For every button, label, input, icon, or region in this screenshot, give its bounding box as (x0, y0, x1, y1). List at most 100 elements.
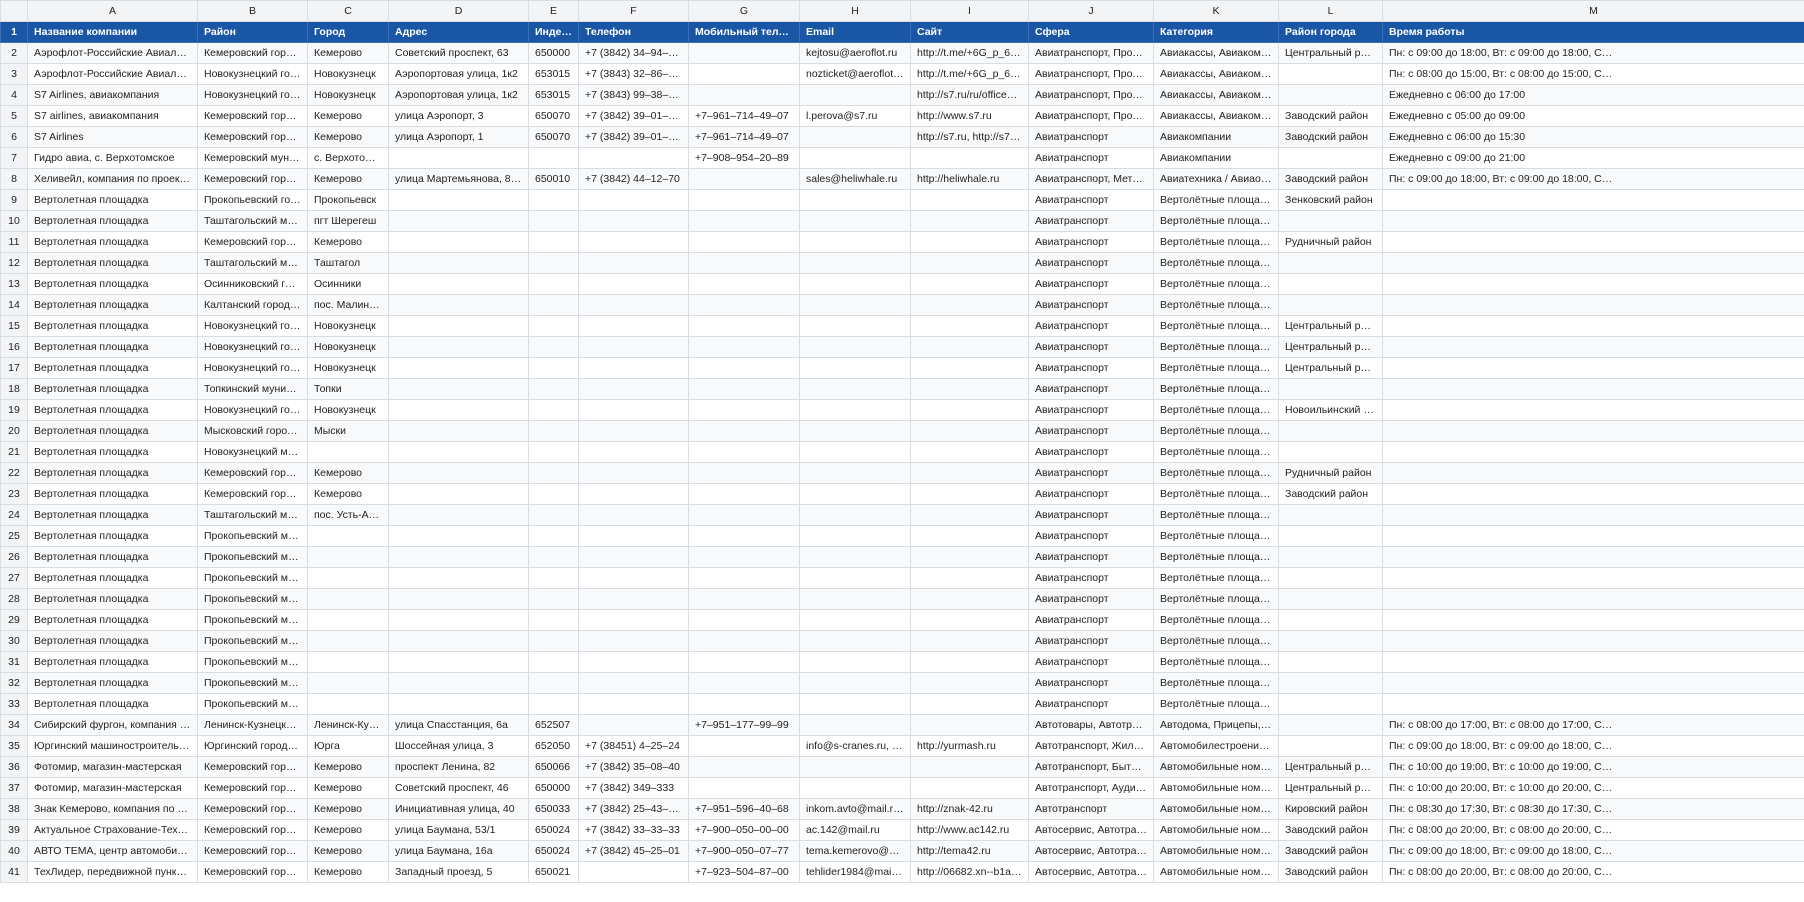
cell[interactable] (799, 210, 911, 232)
cell[interactable] (1278, 441, 1383, 463)
cell[interactable] (910, 777, 1029, 799)
cell[interactable] (910, 630, 1029, 652)
cell[interactable] (688, 399, 800, 421)
cell[interactable] (799, 147, 911, 169)
cell[interactable] (307, 441, 389, 463)
cell[interactable] (528, 672, 579, 694)
cell[interactable] (910, 588, 1029, 610)
cell[interactable]: Автосервис, Автотранспор… (1028, 840, 1154, 862)
cell[interactable] (1382, 357, 1804, 379)
cell[interactable] (528, 357, 579, 379)
cell[interactable]: Мысковский городско… (197, 420, 308, 442)
row-number[interactable]: 33 (0, 693, 28, 715)
cell[interactable] (688, 651, 800, 673)
cell[interactable] (688, 231, 800, 253)
cell[interactable]: Вертолетная площадка (27, 231, 198, 253)
header-cell[interactable]: Мобильный телефон (688, 21, 800, 43)
cell[interactable]: Осинники (307, 273, 389, 295)
cell[interactable]: Кемеровский городско… (197, 231, 308, 253)
column-header-i[interactable]: I (910, 0, 1029, 22)
cell[interactable]: 650000 (528, 42, 579, 64)
cell[interactable]: Авиатранспорт (1028, 378, 1154, 400)
cell[interactable]: Авиатранспорт (1028, 462, 1154, 484)
cell[interactable]: Топки (307, 378, 389, 400)
cell[interactable] (799, 525, 911, 547)
cell[interactable]: Советский проспект, 46 (388, 777, 529, 799)
header-cell[interactable]: Название компании (27, 21, 198, 43)
cell[interactable] (799, 504, 911, 526)
column-header-m[interactable]: M (1382, 0, 1804, 22)
cell[interactable] (799, 462, 911, 484)
cell[interactable]: http://znak-42.ru (910, 798, 1029, 820)
cell[interactable] (528, 315, 579, 337)
cell[interactable]: l.perova@s7.ru (799, 105, 911, 127)
cell[interactable]: Вертолетная площадка (27, 504, 198, 526)
cell[interactable]: Ежедневно с 06:00 до 15:30 (1382, 126, 1804, 148)
column-header-d[interactable]: D (388, 0, 529, 22)
cell[interactable]: Автомобильные номера, А… (1153, 840, 1279, 862)
cell[interactable]: Прокопьевский муниц… (197, 651, 308, 673)
cell[interactable]: Новокузнецкий городс… (197, 357, 308, 379)
cell[interactable]: Вертолетная площадка (27, 546, 198, 568)
cell[interactable]: Таштагольский муници… (197, 252, 308, 274)
cell[interactable] (688, 756, 800, 778)
cell[interactable] (1382, 546, 1804, 568)
cell[interactable]: Авиатранспорт, Металлы, … (1028, 168, 1154, 190)
column-header-f[interactable]: F (578, 0, 689, 22)
cell[interactable]: Вертолетная площадка (27, 441, 198, 463)
cell[interactable]: Центральный район (1278, 357, 1383, 379)
row-number[interactable]: 13 (0, 273, 28, 295)
cell[interactable]: Кемерово (307, 231, 389, 253)
cell[interactable] (688, 609, 800, 631)
cell[interactable]: Вертолетная площадка (27, 651, 198, 673)
cell[interactable] (1382, 651, 1804, 673)
cell[interactable]: Вертолётные площадки (1153, 504, 1279, 526)
row-number[interactable]: 24 (0, 504, 28, 526)
cell[interactable]: +7 (3842) 25–43–44, +7… (578, 798, 689, 820)
cell[interactable] (1382, 609, 1804, 631)
cell[interactable]: Вертолётные площадки (1153, 357, 1279, 379)
cell[interactable]: Вертолетная площадка (27, 189, 198, 211)
cell[interactable] (688, 672, 800, 694)
cell[interactable]: Кемеровский городско… (197, 168, 308, 190)
cell[interactable]: улица Баумана, 16а (388, 840, 529, 862)
cell[interactable] (1382, 378, 1804, 400)
cell[interactable]: Таштагольский муници… (197, 504, 308, 526)
row-number[interactable]: 18 (0, 378, 28, 400)
cell[interactable] (1278, 273, 1383, 295)
cell[interactable]: Кемеровский городско… (197, 42, 308, 64)
row-number[interactable]: 30 (0, 630, 28, 652)
cell[interactable]: Заводский район (1278, 168, 1383, 190)
cell[interactable]: 650000 (528, 777, 579, 799)
cell[interactable]: Рудничный район (1278, 231, 1383, 253)
cell[interactable] (910, 357, 1029, 379)
cell[interactable] (688, 567, 800, 589)
cell[interactable] (578, 861, 689, 883)
cell[interactable] (910, 462, 1029, 484)
cell[interactable]: Вертолётные площадки (1153, 252, 1279, 274)
cell[interactable] (688, 420, 800, 442)
cell[interactable] (799, 672, 911, 694)
cell[interactable] (688, 315, 800, 337)
cell[interactable]: 650070 (528, 126, 579, 148)
cell[interactable]: Шоссейная улица, 3 (388, 735, 529, 757)
cell[interactable]: Автомобилестроение, Гор… (1153, 735, 1279, 757)
cell[interactable] (388, 588, 529, 610)
column-header-e[interactable]: E (528, 0, 579, 22)
cell[interactable]: Авиатранспорт (1028, 210, 1154, 232)
cell[interactable]: Прокопьевский муниц… (197, 525, 308, 547)
cell[interactable] (1382, 336, 1804, 358)
cell[interactable]: sales@heliwhale.ru (799, 168, 911, 190)
cell[interactable]: Советский проспект, 63 (388, 42, 529, 64)
cell[interactable] (388, 315, 529, 337)
cell[interactable]: Новокузнецк (307, 399, 389, 421)
cell[interactable]: Вертолётные площадки (1153, 672, 1279, 694)
row-number[interactable]: 10 (0, 210, 28, 232)
cell[interactable]: Автомобильные номера, Б… (1153, 819, 1279, 841)
cell[interactable]: Новокузнецк (307, 315, 389, 337)
cell[interactable]: Заводский район (1278, 819, 1383, 841)
cell[interactable]: Авиатранспорт (1028, 588, 1154, 610)
cell[interactable] (1382, 399, 1804, 421)
cell[interactable] (688, 693, 800, 715)
cell[interactable] (528, 609, 579, 631)
